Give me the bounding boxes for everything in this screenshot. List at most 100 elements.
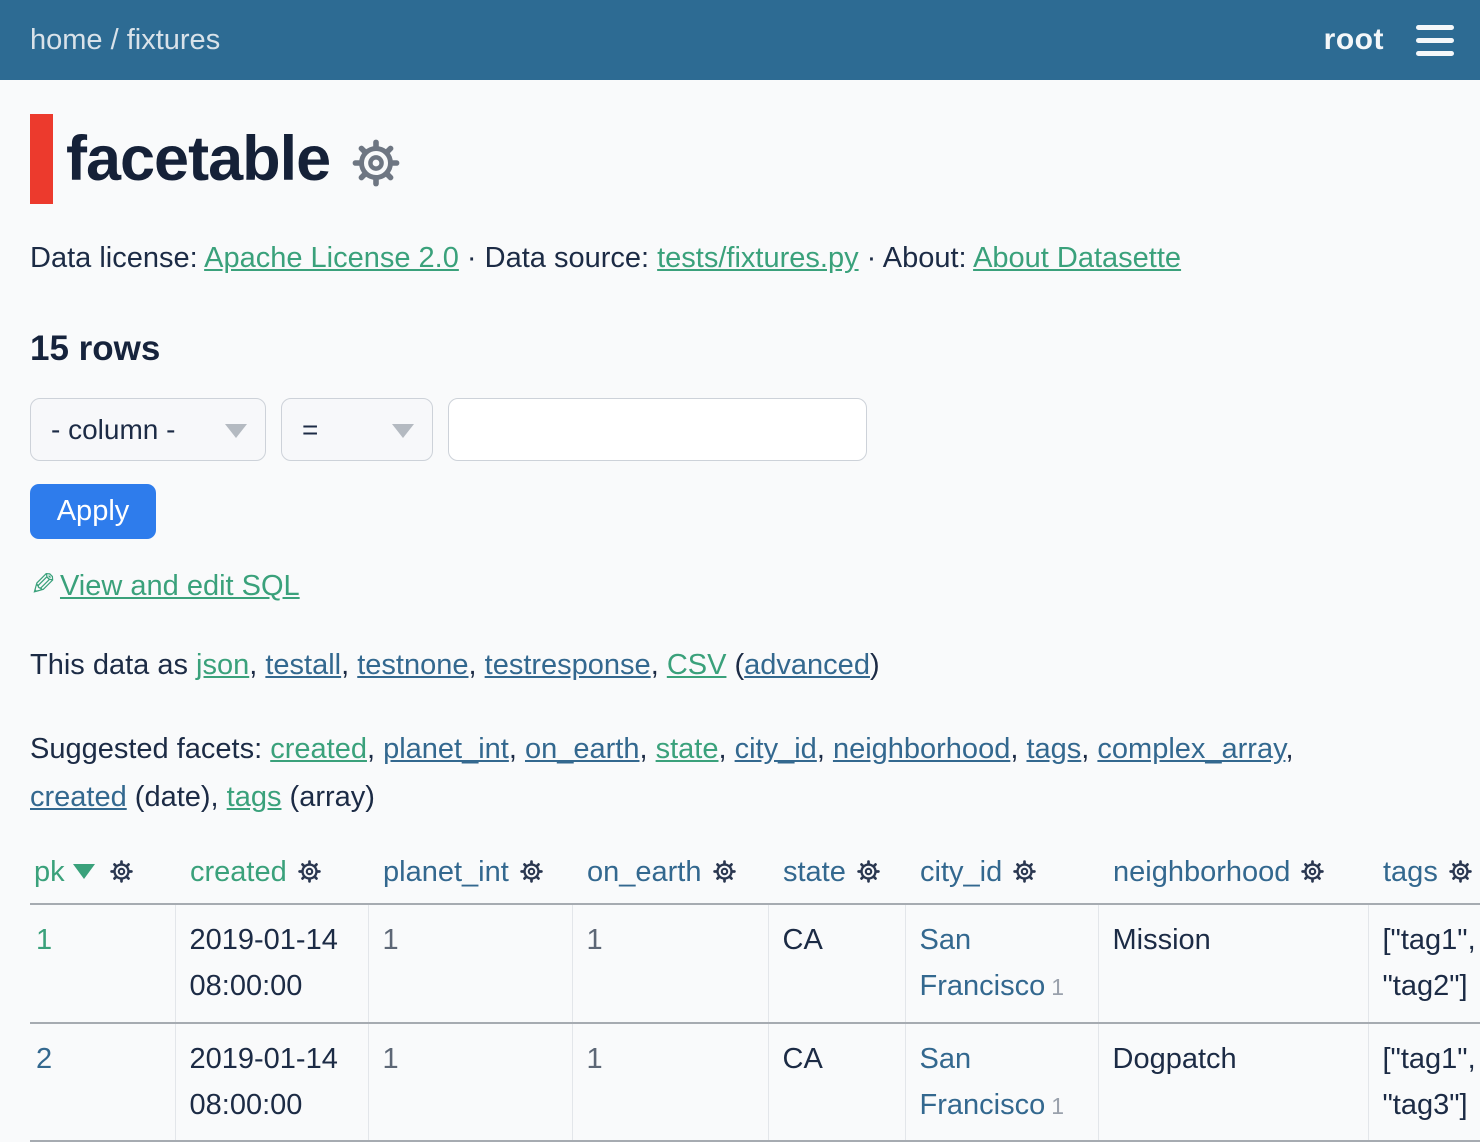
column-header-pk: pk bbox=[30, 856, 175, 904]
facet-tags-link[interactable]: tags bbox=[1026, 733, 1081, 765]
row-pk-link[interactable]: 2 bbox=[36, 1043, 52, 1075]
column-select-wrap: - column - bbox=[30, 398, 266, 461]
facets-prefix: Suggested facets: bbox=[30, 733, 270, 765]
license-label: Data license: bbox=[30, 242, 204, 274]
page-title-row: facetable bbox=[30, 114, 1450, 204]
sort-pk-link[interactable]: pk bbox=[34, 856, 65, 888]
sort-tags-link[interactable]: tags bbox=[1383, 856, 1438, 888]
facet-created-date-link[interactable]: created bbox=[30, 781, 127, 813]
cell-state: CA bbox=[768, 904, 905, 1023]
source-link[interactable]: tests/fixtures.py bbox=[657, 242, 858, 274]
cell-city-id: San Francisco1 bbox=[905, 1023, 1098, 1142]
column-gear-icon[interactable] bbox=[855, 858, 882, 885]
sort-created-link[interactable]: created bbox=[190, 856, 287, 888]
facet-state-link[interactable]: state bbox=[656, 733, 719, 765]
cell-neighborhood: Dogpatch bbox=[1098, 1023, 1368, 1142]
table-settings-gear-icon[interactable] bbox=[348, 135, 404, 191]
export-json-link[interactable]: json bbox=[196, 649, 249, 681]
view-sql-line: ✎View and edit SQL bbox=[30, 567, 1450, 603]
hamburger-menu-icon[interactable] bbox=[1416, 21, 1454, 60]
export-links-line: This data as json, testall, testnone, te… bbox=[30, 649, 1450, 682]
about-label: About: bbox=[883, 242, 973, 274]
sort-city-id-link[interactable]: city_id bbox=[920, 856, 1002, 888]
column-header-created: created bbox=[175, 856, 368, 904]
table-row: 1 2019-01-14 08:00:00 1 1 CA San Francis… bbox=[30, 904, 1480, 1023]
column-gear-icon[interactable] bbox=[1299, 858, 1326, 885]
filter-value-input[interactable] bbox=[448, 398, 867, 461]
cell-planet-int: 1 bbox=[368, 904, 572, 1023]
page-title: facetable bbox=[66, 123, 330, 195]
facet-tags-array-link[interactable]: tags bbox=[227, 781, 282, 813]
facet-planet-int-link[interactable]: planet_int bbox=[383, 733, 509, 765]
column-gear-icon[interactable] bbox=[518, 858, 545, 885]
breadcrumb-home-link[interactable]: home bbox=[30, 24, 103, 56]
license-link[interactable]: Apache License 2.0 bbox=[204, 242, 459, 274]
foreign-key-value: 1 bbox=[1051, 974, 1064, 1000]
table-row: 2 2019-01-14 08:00:00 1 1 CA San Francis… bbox=[30, 1023, 1480, 1142]
dot-separator: · bbox=[459, 242, 485, 274]
cell-tags: ["tag1", "tag3"] bbox=[1368, 1023, 1480, 1142]
view-edit-sql-link[interactable]: View and edit SQL bbox=[60, 570, 300, 602]
column-header-city-id: city_id bbox=[905, 856, 1098, 904]
column-gear-icon[interactable] bbox=[296, 858, 323, 885]
cell-city-id: San Francisco1 bbox=[905, 904, 1098, 1023]
city-link[interactable]: San Francisco bbox=[920, 1043, 1046, 1121]
column-header-on-earth: on_earth bbox=[572, 856, 768, 904]
cell-pk: 1 bbox=[30, 904, 175, 1023]
breadcrumb-database-link[interactable]: fixtures bbox=[127, 24, 220, 56]
export-prefix: This data as bbox=[30, 649, 196, 681]
dot-separator: · bbox=[859, 242, 883, 274]
facet-created-link[interactable]: created bbox=[270, 733, 367, 765]
suggested-facets-line: Suggested facets: created, planet_int, o… bbox=[30, 726, 1450, 822]
column-gear-icon[interactable] bbox=[1447, 858, 1474, 885]
filter-controls: - column - = bbox=[30, 398, 1450, 461]
sort-desc-icon bbox=[73, 864, 95, 879]
cell-neighborhood: Mission bbox=[1098, 904, 1368, 1023]
facet-city-id-link[interactable]: city_id bbox=[735, 733, 817, 765]
filter-column-select[interactable]: - column - bbox=[30, 398, 266, 461]
sort-state-link[interactable]: state bbox=[783, 856, 846, 888]
source-label: Data source: bbox=[485, 242, 657, 274]
breadcrumb-separator: / bbox=[103, 24, 127, 56]
filter-operator-select[interactable]: = bbox=[281, 398, 433, 461]
column-header-state: state bbox=[768, 856, 905, 904]
column-header-tags: tags bbox=[1368, 856, 1480, 904]
cell-on-earth: 1 bbox=[572, 904, 768, 1023]
facet-neighborhood-link[interactable]: neighborhood bbox=[833, 733, 1010, 765]
cell-on-earth: 1 bbox=[572, 1023, 768, 1142]
cell-planet-int: 1 bbox=[368, 1023, 572, 1142]
logged-in-user[interactable]: root bbox=[1324, 23, 1384, 57]
cell-created: 2019-01-14 08:00:00 bbox=[175, 1023, 368, 1142]
about-link[interactable]: About Datasette bbox=[973, 242, 1181, 274]
cell-tags: ["tag1", "tag2"] bbox=[1368, 904, 1480, 1023]
facet-on-earth-link[interactable]: on_earth bbox=[525, 733, 640, 765]
export-testall-link[interactable]: testall bbox=[265, 649, 341, 681]
row-pk-link[interactable]: 1 bbox=[36, 924, 52, 956]
sort-planet-int-link[interactable]: planet_int bbox=[383, 856, 509, 888]
column-header-planet-int: planet_int bbox=[368, 856, 572, 904]
sort-on-earth-link[interactable]: on_earth bbox=[587, 856, 702, 888]
metadata-line: Data license: Apache License 2.0 · Data … bbox=[30, 242, 1450, 275]
apply-button[interactable]: Apply bbox=[30, 484, 156, 539]
sort-neighborhood-link[interactable]: neighborhood bbox=[1113, 856, 1290, 888]
export-csv-link[interactable]: CSV bbox=[667, 649, 727, 681]
top-nav-bar: home / fixtures root bbox=[0, 0, 1480, 80]
cell-state: CA bbox=[768, 1023, 905, 1142]
export-testnone-link[interactable]: testnone bbox=[357, 649, 468, 681]
title-accent-bar bbox=[30, 114, 53, 204]
column-gear-icon[interactable] bbox=[711, 858, 738, 885]
facet-date-suffix: (date), bbox=[127, 781, 227, 813]
pencil-icon: ✎ bbox=[30, 567, 56, 603]
export-testresponse-link[interactable]: testresponse bbox=[485, 649, 651, 681]
column-gear-icon[interactable] bbox=[1011, 858, 1038, 885]
facet-complex-array-link[interactable]: complex_array bbox=[1097, 733, 1285, 765]
facet-array-suffix: (array) bbox=[282, 781, 375, 813]
breadcrumb: home / fixtures bbox=[30, 24, 220, 57]
city-link[interactable]: San Francisco bbox=[920, 924, 1046, 1002]
export-advanced-link[interactable]: advanced bbox=[744, 649, 870, 681]
column-gear-icon[interactable] bbox=[108, 858, 135, 885]
op-select-wrap: = bbox=[281, 398, 433, 461]
column-header-neighborhood: neighborhood bbox=[1098, 856, 1368, 904]
cell-created: 2019-01-14 08:00:00 bbox=[175, 904, 368, 1023]
rows-table: pk created planet_int on_earth state cit… bbox=[30, 856, 1480, 1142]
